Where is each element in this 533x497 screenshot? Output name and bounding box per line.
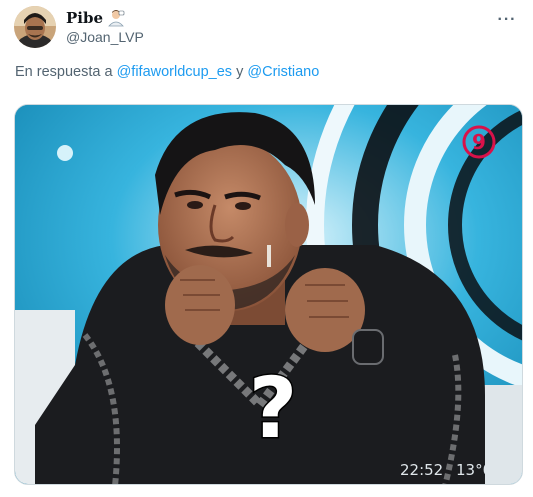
mention-link-fifaworldcup[interactable]: @fifaworldcup_es	[117, 64, 232, 80]
avatar-photo	[14, 6, 56, 48]
question-mark-overlay: ?	[249, 359, 298, 457]
person-emoji-icon	[107, 9, 125, 27]
more-horizontal-icon: ···	[497, 11, 517, 28]
reply-prefix: En respuesta a	[15, 64, 113, 80]
mention-link-cristiano[interactable]: @Cristiano	[247, 64, 319, 80]
channel-logo-text: 9	[472, 130, 486, 154]
display-name[interactable]: Pibe	[66, 9, 103, 27]
media-temperature: 13°0	[456, 461, 492, 479]
media-timestamp: 22:52	[400, 461, 443, 479]
display-name-row: Pibe	[66, 8, 144, 28]
media-image: 9 ? 22:52 13°0	[15, 105, 522, 484]
handle[interactable]: @Joan_LVP	[66, 29, 144, 45]
more-options-button[interactable]: ···	[495, 8, 519, 32]
avatar[interactable]	[14, 6, 56, 48]
tweet-media[interactable]: 9 ? 22:52 13°0	[14, 104, 523, 485]
reply-joiner: y	[236, 64, 244, 80]
author-block: Pibe @Joan_LVP	[66, 8, 144, 45]
tweet: Pibe @Joan_LVP ··· En respuesta a @fifaw…	[0, 0, 533, 497]
reply-context: En respuesta a @fifaworldcup_es y @Crist…	[15, 64, 319, 80]
